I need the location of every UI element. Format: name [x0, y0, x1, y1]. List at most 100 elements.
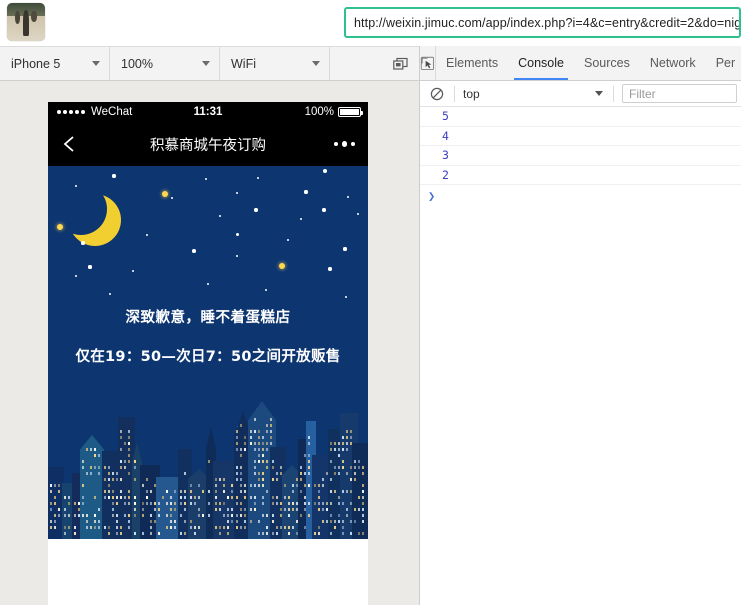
- window-light: [128, 502, 130, 505]
- building: [80, 435, 104, 539]
- window-light: [50, 508, 52, 511]
- star-yellow-icon: [57, 224, 63, 230]
- window-light: [190, 502, 192, 505]
- window-light: [50, 502, 52, 505]
- window-light: [250, 442, 252, 445]
- window-light: [254, 418, 256, 421]
- window-light: [276, 526, 278, 529]
- window-light: [128, 496, 130, 499]
- window-light: [350, 436, 352, 439]
- zoom-select[interactable]: 100%: [110, 47, 220, 80]
- window-light: [219, 532, 221, 535]
- window-light: [322, 484, 324, 487]
- chevron-down-icon: [595, 91, 603, 96]
- window-light: [142, 502, 144, 505]
- tab-network[interactable]: Network: [640, 46, 706, 80]
- window-light: [314, 484, 316, 487]
- window-light: [254, 496, 256, 499]
- tab-elements[interactable]: Elements: [436, 46, 508, 80]
- address-bar-text: http://weixin.jimuc.com/app/index.php?i=…: [354, 15, 741, 30]
- window-light: [346, 508, 348, 511]
- console-message: 2: [420, 166, 741, 185]
- window-light: [86, 472, 88, 475]
- window-light: [362, 466, 364, 469]
- window-light: [227, 520, 229, 523]
- window-light: [120, 436, 122, 439]
- window-light: [54, 484, 56, 487]
- window-light: [322, 508, 324, 511]
- window-light: [362, 508, 364, 511]
- window-light: [240, 508, 242, 511]
- window-light: [78, 508, 80, 511]
- window-light: [128, 430, 130, 433]
- device-select[interactable]: iPhone 5: [0, 47, 110, 80]
- clear-console-icon[interactable]: [424, 87, 450, 101]
- window-light: [128, 454, 130, 457]
- window-light: [292, 526, 294, 529]
- window-light: [280, 502, 282, 505]
- device-viewport-area: WeChat 11:31 100% 积慕商城午夜订购 深致歉意，睡不着蛋糕店 仅…: [0, 81, 419, 605]
- window-light: [208, 502, 210, 505]
- window-light: [166, 514, 168, 517]
- window-light: [314, 502, 316, 505]
- window-light: [219, 508, 221, 511]
- browser-window: http://weixin.jimuc.com/app/index.php?i=…: [0, 0, 741, 605]
- window-light: [280, 472, 282, 475]
- window-light: [258, 532, 260, 535]
- window-light: [342, 436, 344, 439]
- window-light: [120, 532, 122, 535]
- window-light: [223, 514, 225, 517]
- window-light: [262, 484, 264, 487]
- window-light: [68, 496, 70, 499]
- screencast-icon[interactable]: [381, 47, 419, 80]
- window-light: [227, 526, 229, 529]
- console-prompt[interactable]: ❯: [420, 185, 741, 207]
- window-light: [174, 526, 176, 529]
- more-menu-icon[interactable]: [333, 141, 355, 147]
- window-light: [300, 472, 302, 475]
- tab-performance[interactable]: Per: [706, 46, 741, 80]
- window-light: [272, 520, 274, 523]
- window-light: [288, 526, 290, 529]
- window-light: [254, 508, 256, 511]
- window-light: [68, 514, 70, 517]
- tab-sources[interactable]: Sources: [574, 46, 640, 80]
- toolbar-divider: [613, 85, 614, 102]
- window-light: [82, 460, 84, 463]
- window-light: [215, 490, 217, 493]
- window-light: [330, 442, 332, 445]
- window-light: [120, 526, 122, 529]
- window-light: [90, 448, 92, 451]
- window-light: [258, 454, 260, 457]
- throttling-select[interactable]: WiFi: [220, 47, 330, 80]
- window-light: [318, 496, 320, 499]
- window-light: [240, 472, 242, 475]
- window-light: [58, 484, 60, 487]
- window-light: [258, 442, 260, 445]
- window-light: [215, 496, 217, 499]
- window-light: [227, 514, 229, 517]
- window-light: [170, 508, 172, 511]
- window-light: [104, 490, 106, 493]
- window-light: [82, 466, 84, 469]
- tab-console[interactable]: Console: [508, 46, 574, 80]
- console-filter-input[interactable]: Filter: [622, 84, 737, 103]
- window-light: [284, 484, 286, 487]
- star-icon: [328, 267, 332, 271]
- window-light: [120, 430, 122, 433]
- device-toolbar-spacer: [330, 47, 381, 80]
- window-light: [342, 442, 344, 445]
- window-light: [128, 520, 130, 523]
- inspect-element-icon[interactable]: [420, 46, 436, 80]
- window-light: [50, 490, 52, 493]
- window-light: [150, 514, 152, 517]
- window-light: [202, 514, 204, 517]
- window-light: [134, 496, 136, 499]
- chevron-down-icon: [202, 61, 210, 66]
- window-light: [184, 496, 186, 499]
- page-thumbnail[interactable]: [7, 3, 45, 41]
- execution-context-select[interactable]: top: [459, 84, 609, 104]
- window-light: [104, 526, 106, 529]
- address-bar[interactable]: http://weixin.jimuc.com/app/index.php?i=…: [344, 7, 741, 38]
- window-light: [236, 472, 238, 475]
